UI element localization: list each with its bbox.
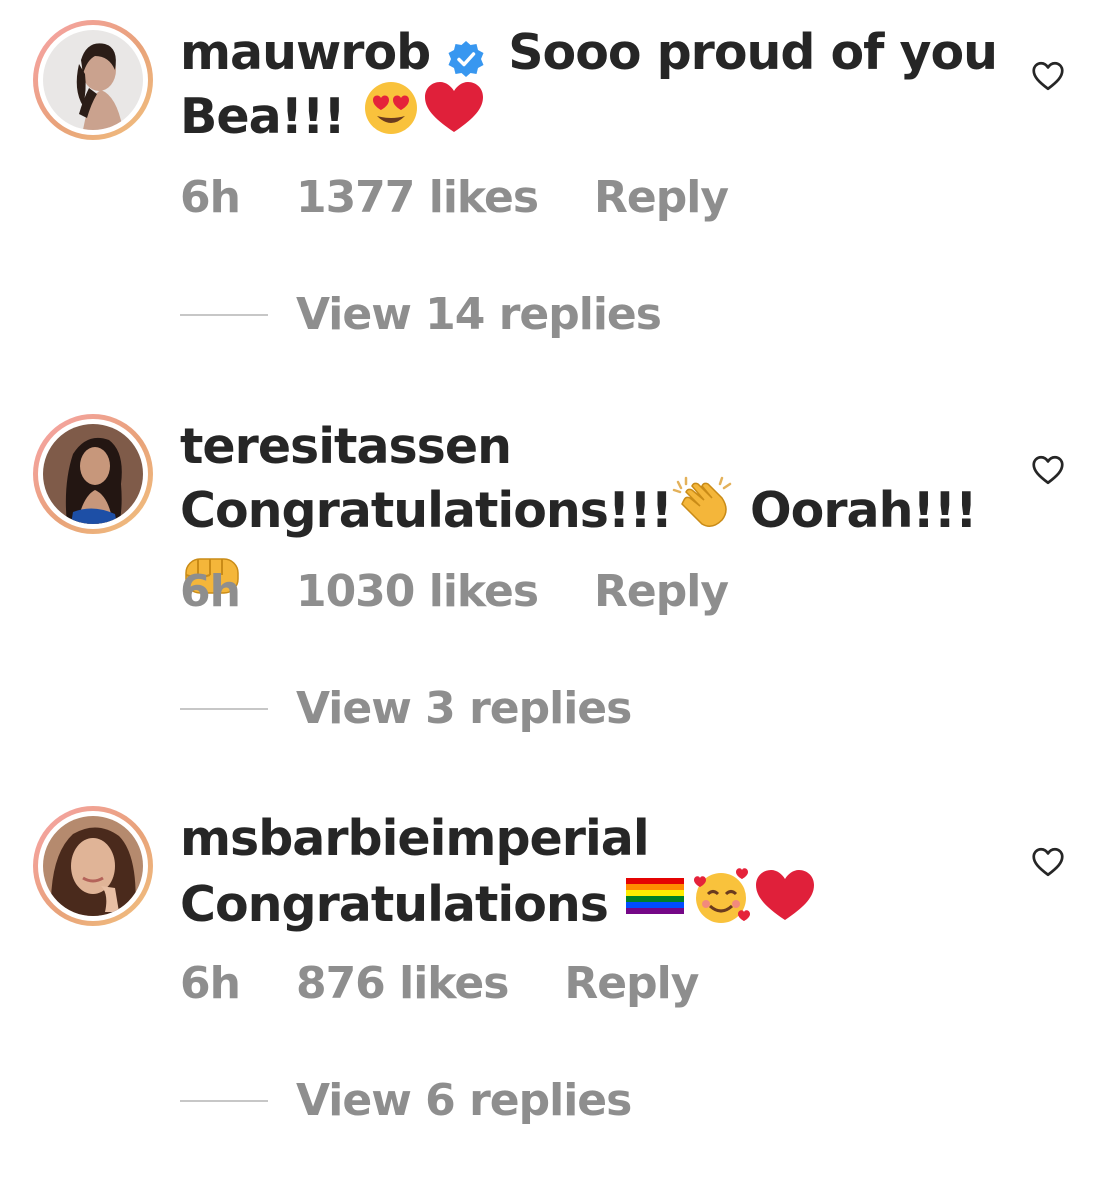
comment-time: 6h (180, 172, 241, 223)
username[interactable]: mauwrob (180, 24, 431, 81)
clapping-hands-emoji (672, 474, 734, 545)
comment-text: Congratulations!!! (180, 482, 673, 539)
comment-item: teresitassen Congratulations!!! Oorah!!!… (0, 394, 1120, 786)
profile-photo (43, 816, 143, 916)
likes-count[interactable]: 876 likes (296, 958, 509, 1009)
likes-count[interactable]: 1377 likes (296, 172, 539, 223)
profile-photo (43, 30, 143, 130)
comment-meta: 6h 876 likes Reply (180, 954, 754, 1014)
profile-photo (43, 424, 143, 524)
view-replies-button[interactable]: View 3 replies (180, 679, 632, 739)
heart-eyes-emoji (361, 80, 423, 151)
replies-divider (180, 314, 268, 316)
avatar-ring (38, 25, 148, 135)
comment-item: msbarbieimperial Congratulations 6h 876 l… (0, 786, 1120, 1178)
avatar-ring (38, 419, 148, 529)
comment-meta: 6h 1377 likes Reply (180, 168, 784, 228)
comment-text: Congratulations (180, 876, 609, 933)
verified-badge-icon (446, 32, 486, 77)
smiling-face-with-hearts-emoji (688, 866, 754, 941)
view-replies-button[interactable]: View 6 replies (180, 1071, 632, 1131)
avatar[interactable] (33, 414, 153, 534)
view-replies-label: View 6 replies (296, 1075, 632, 1126)
comment-meta: 6h 1030 likes Reply (180, 562, 784, 622)
comment-time: 6h (180, 566, 241, 617)
reply-button[interactable]: Reply (594, 566, 729, 617)
comment-body: mauwrob Sooo proud of you Bea!!! (180, 22, 1010, 155)
comment-item: mauwrob Sooo proud of you Bea!!! 6h 1377 … (0, 0, 1120, 392)
reply-button[interactable]: Reply (564, 958, 699, 1009)
like-heart-icon[interactable] (1030, 844, 1066, 880)
red-heart-emoji (423, 80, 485, 151)
username[interactable]: teresitassen (180, 418, 512, 475)
like-heart-icon[interactable] (1030, 58, 1066, 94)
comment-text-secondary: Oorah!!! (750, 482, 977, 539)
replies-divider (180, 1100, 268, 1102)
likes-count[interactable]: 1030 likes (296, 566, 539, 617)
view-replies-label: View 3 replies (296, 683, 632, 734)
avatar[interactable] (33, 20, 153, 140)
reply-button[interactable]: Reply (594, 172, 729, 223)
username[interactable]: msbarbieimperial (180, 810, 650, 867)
replies-divider (180, 708, 268, 710)
avatar-ring (38, 811, 148, 921)
view-replies-button[interactable]: View 14 replies (180, 285, 662, 345)
red-heart-emoji (754, 868, 816, 939)
comment-body: msbarbieimperial Congratulations (180, 808, 1010, 945)
comment-time: 6h (180, 958, 241, 1009)
like-heart-icon[interactable] (1030, 452, 1066, 488)
avatar[interactable] (33, 806, 153, 926)
view-replies-label: View 14 replies (296, 289, 662, 340)
rainbow-flag-emoji (624, 868, 688, 939)
